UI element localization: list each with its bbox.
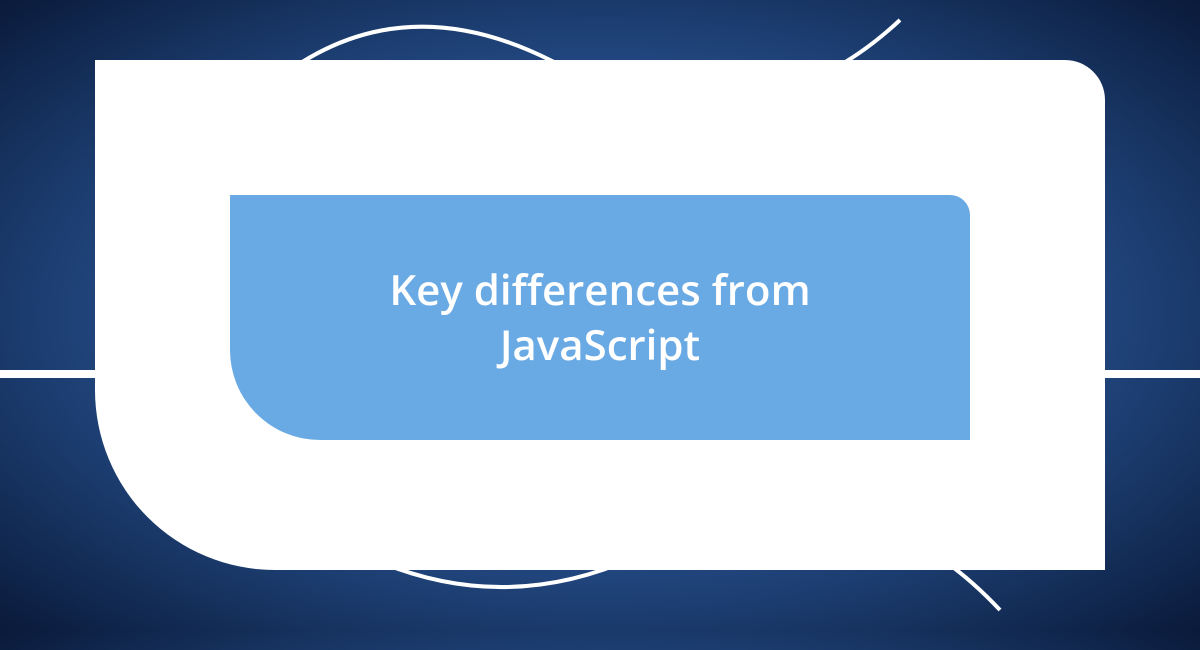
page-title: Key differences from JavaScript	[290, 263, 910, 372]
inner-blue-panel: Key differences from JavaScript	[230, 195, 970, 440]
